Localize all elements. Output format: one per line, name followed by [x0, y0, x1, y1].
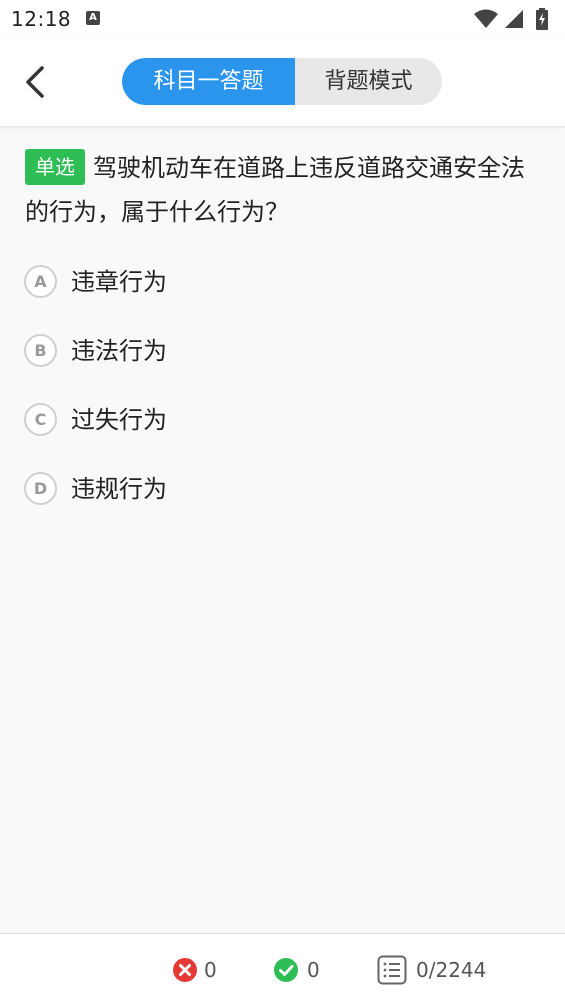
bottom-bar: 0 0 0/2244 [0, 933, 565, 1005]
question-type-badge: 单选 [25, 149, 85, 185]
status-time: 12:18 [11, 7, 72, 31]
correct-count-stat[interactable]: 0 [273, 956, 323, 984]
progress-count: 0/2244 [416, 958, 487, 982]
tab-review-mode[interactable]: 背题模式 [295, 58, 442, 105]
wrong-x-icon [173, 958, 197, 982]
battery-icon [536, 8, 548, 30]
correct-check-icon [274, 958, 298, 982]
back-button[interactable] [18, 60, 58, 104]
tab-answer-mode[interactable]: 科目一答题 [122, 58, 295, 105]
option-d[interactable]: D 违规行为 [24, 467, 544, 536]
mode-switch: 科目一答题 背题模式 [122, 58, 442, 105]
status-icons [473, 8, 555, 30]
option-b-text: 违法行为 [71, 337, 167, 365]
option-b-marker: B [24, 334, 57, 367]
cell-signal-icon [505, 10, 523, 28]
option-c-text: 过失行为 [71, 406, 167, 434]
question-text: 驾驶机动车在道路上违反道路交通安全法的行为，属于什么行为？ [25, 154, 525, 226]
question-stem: 单选 驾驶机动车在道路上违反道路交通安全法的行为，属于什么行为？ [25, 146, 540, 234]
wifi-icon [474, 9, 498, 28]
question-list-stat[interactable]: 0/2244 [377, 955, 497, 985]
wrong-count-stat[interactable]: 0 [172, 956, 222, 984]
option-d-text: 违规行为 [71, 475, 167, 503]
option-c-marker: C [24, 403, 57, 436]
status-bar: 12:18 A [0, 0, 565, 38]
option-a-marker: A [24, 265, 57, 298]
chevron-left-icon [26, 66, 44, 98]
option-b[interactable]: B 违法行为 [24, 329, 544, 398]
option-a[interactable]: A 违章行为 [24, 260, 544, 329]
option-d-marker: D [24, 472, 57, 505]
correct-count: 0 [307, 958, 320, 982]
answer-options: A 违章行为 B 违法行为 C 过失行为 D 违规行为 [24, 260, 544, 536]
option-c[interactable]: C 过失行为 [24, 398, 544, 467]
list-icon [377, 955, 407, 985]
option-a-text: 违章行为 [71, 268, 167, 296]
wrong-count: 0 [204, 958, 217, 982]
app-header: 科目一答题 背题模式 [0, 38, 565, 126]
notification-a-icon: A [86, 11, 100, 25]
